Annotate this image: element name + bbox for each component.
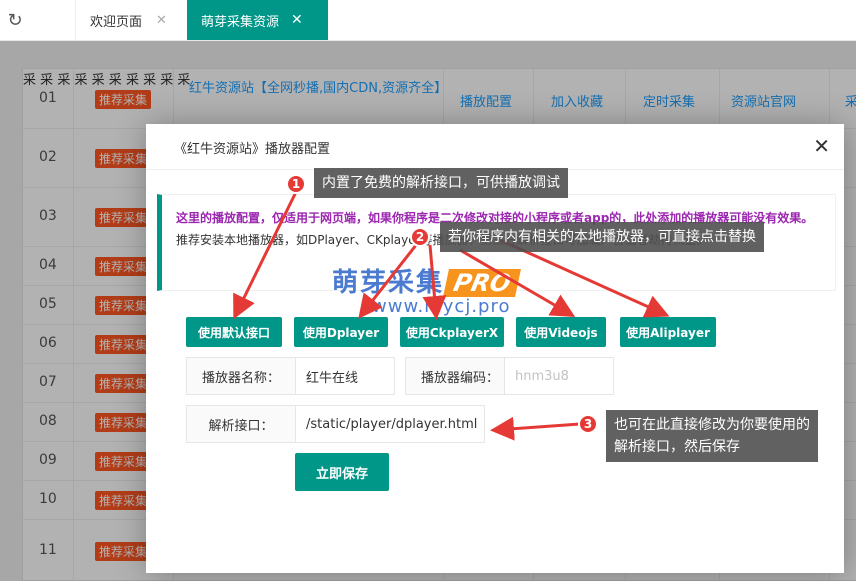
- tab-active-label: 萌芽采集资源: [201, 14, 280, 30]
- callout-1: 内置了免费的解析接口，可供播放调试: [314, 168, 568, 198]
- use-videojs-button[interactable]: 使用Videojs: [516, 317, 606, 347]
- callout-1-marker: 1: [286, 174, 306, 194]
- close-icon[interactable]: ✕: [813, 134, 830, 158]
- tab-active[interactable]: 萌芽采集资源 ✕: [187, 0, 328, 40]
- player-name-label: 播放器名称：: [186, 357, 296, 395]
- save-button[interactable]: 立即保存: [295, 453, 389, 491]
- use-aliplayer-button[interactable]: 使用Aliplayer: [620, 317, 716, 347]
- watermark-brand: 萌芽采集: [332, 268, 445, 298]
- refresh-icon[interactable]: ↻: [0, 0, 30, 40]
- watermark-pro: PRO: [443, 269, 522, 297]
- callout-2-marker: 2: [410, 227, 430, 247]
- callout-3-line2: 解析接口，然后保存: [614, 439, 740, 455]
- tab-welcome-label: 欢迎页面: [90, 14, 143, 30]
- player-code-input[interactable]: hnm3u8: [504, 357, 614, 395]
- use-dplayer-button[interactable]: 使用Dplayer: [294, 317, 388, 347]
- callout-2: 若你程序内有相关的本地播放器，可直接点击替换: [440, 222, 764, 252]
- callout-3-marker: 3: [578, 414, 598, 434]
- tab-welcome[interactable]: 欢迎页面 ✕: [75, 0, 187, 40]
- player-name-input[interactable]: 红牛在线: [295, 357, 395, 395]
- callout-3-line1: 也可在此直接修改为你要使用的: [614, 417, 810, 433]
- player-code-label: 播放器编码：: [405, 357, 515, 395]
- tab-bar: ↻ 欢迎页面 ✕ 萌芽采集资源 ✕: [0, 0, 856, 41]
- use-default-interface-button[interactable]: 使用默认接口: [186, 317, 282, 347]
- use-ckplayerx-button[interactable]: 使用CkplayerX: [400, 317, 504, 347]
- callout-2-text: 若你程序内有相关的本地播放器，可直接点击替换: [448, 229, 756, 245]
- parse-interface-input[interactable]: /static/player/dplayer.html: [295, 405, 485, 443]
- dialog-title: 《红牛资源站》播放器配置: [146, 124, 844, 170]
- callout-3: 也可在此直接修改为你要使用的 解析接口，然后保存: [606, 410, 818, 462]
- watermark: 萌芽采集 PRO www.mycj.pro: [332, 262, 522, 317]
- callout-1-text: 内置了免费的解析接口，可供播放调试: [322, 175, 560, 191]
- close-icon[interactable]: ✕: [291, 12, 303, 28]
- watermark-site: www.mycj.pro: [372, 296, 511, 317]
- parse-interface-label: 解析接口：: [186, 405, 296, 443]
- close-icon[interactable]: ✕: [156, 13, 167, 28]
